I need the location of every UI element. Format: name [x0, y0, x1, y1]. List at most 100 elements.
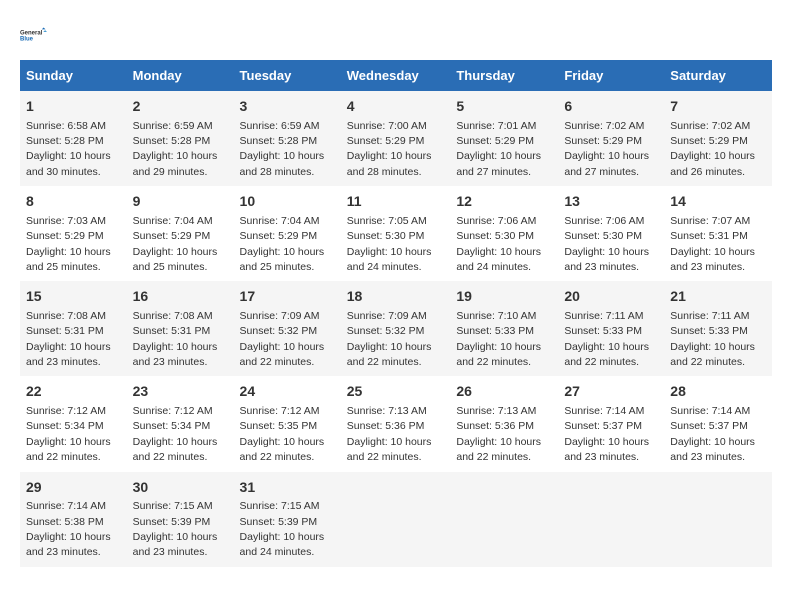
day-cell — [341, 472, 451, 567]
day-number: 8 — [26, 192, 121, 212]
day-cell: 16 Sunrise: 7:08 AM Sunset: 5:31 PM Dayli… — [127, 281, 234, 376]
calendar-body: 1 Sunrise: 6:58 AM Sunset: 5:28 PM Daylig… — [20, 91, 772, 567]
day-info: Sunrise: 7:11 AM Sunset: 5:33 PM Dayligh… — [670, 310, 755, 368]
header-wednesday: Wednesday — [341, 60, 451, 91]
day-cell: 4Sunrise: 7:00 AM Sunset: 5:29 PM Daylig… — [341, 91, 451, 186]
day-info: Sunrise: 7:12 AM Sunset: 5:34 PM Dayligh… — [133, 405, 218, 463]
day-number: 12 — [456, 192, 552, 212]
day-info: Sunrise: 7:04 AM Sunset: 5:29 PM Dayligh… — [133, 215, 218, 273]
day-number: 6 — [564, 97, 658, 117]
day-info: Sunrise: 7:10 AM Sunset: 5:33 PM Dayligh… — [456, 310, 541, 368]
header-monday: Monday — [127, 60, 234, 91]
week-row-3: 15 Sunrise: 7:08 AM Sunset: 5:31 PM Dayli… — [20, 281, 772, 376]
week-row-4: 22 Sunrise: 7:12 AM Sunset: 5:34 PM Dayli… — [20, 376, 772, 471]
day-info: Sunrise: 6:59 AM Sunset: 5:28 PM Dayligh… — [240, 120, 325, 178]
day-number: 25 — [347, 382, 445, 402]
day-cell: 29Sunrise: 7:14 AM Sunset: 5:38 PM Dayli… — [20, 472, 127, 567]
day-number: 16 — [133, 287, 228, 307]
day-cell: 9 Sunrise: 7:04 AM Sunset: 5:29 PM Daylig… — [127, 186, 234, 281]
day-info: Sunrise: 7:06 AM Sunset: 5:30 PM Dayligh… — [456, 215, 541, 273]
header-tuesday: Tuesday — [234, 60, 341, 91]
day-cell — [664, 472, 772, 567]
day-info: Sunrise: 7:08 AM Sunset: 5:31 PM Dayligh… — [133, 310, 218, 368]
day-number: 13 — [564, 192, 658, 212]
day-info: Sunrise: 7:15 AM Sunset: 5:39 PM Dayligh… — [240, 500, 325, 558]
day-cell: 19 Sunrise: 7:10 AM Sunset: 5:33 PM Dayli… — [450, 281, 558, 376]
day-cell: 31Sunrise: 7:15 AM Sunset: 5:39 PM Dayli… — [234, 472, 341, 567]
day-cell: 11Sunrise: 7:05 AM Sunset: 5:30 PM Dayli… — [341, 186, 451, 281]
day-cell: 24 Sunrise: 7:12 AM Sunset: 5:35 PM Dayli… — [234, 376, 341, 471]
day-number: 28 — [670, 382, 766, 402]
day-number: 14 — [670, 192, 766, 212]
day-cell: 18 Sunrise: 7:09 AM Sunset: 5:32 PM Dayli… — [341, 281, 451, 376]
day-number: 9 — [133, 192, 228, 212]
day-info: Sunrise: 7:03 AM Sunset: 5:29 PM Dayligh… — [26, 215, 111, 273]
day-number: 18 — [347, 287, 445, 307]
day-info: Sunrise: 7:13 AM Sunset: 5:36 PM Dayligh… — [456, 405, 541, 463]
day-number: 15 — [26, 287, 121, 307]
day-cell — [558, 472, 664, 567]
week-row-1: 1 Sunrise: 6:58 AM Sunset: 5:28 PM Daylig… — [20, 91, 772, 186]
day-cell: 15 Sunrise: 7:08 AM Sunset: 5:31 PM Dayli… — [20, 281, 127, 376]
day-cell: 28Sunrise: 7:14 AM Sunset: 5:37 PM Dayli… — [664, 376, 772, 471]
day-info: Sunrise: 7:09 AM Sunset: 5:32 PM Dayligh… — [240, 310, 325, 368]
day-number: 24 — [240, 382, 335, 402]
calendar-table: SundayMondayTuesdayWednesdayThursdayFrid… — [20, 60, 772, 567]
day-number: 27 — [564, 382, 658, 402]
day-cell: 7Sunrise: 7:02 AM Sunset: 5:29 PM Daylig… — [664, 91, 772, 186]
day-info: Sunrise: 7:00 AM Sunset: 5:29 PM Dayligh… — [347, 120, 432, 178]
day-info: Sunrise: 7:01 AM Sunset: 5:29 PM Dayligh… — [456, 120, 541, 178]
day-cell: 20Sunrise: 7:11 AM Sunset: 5:33 PM Dayli… — [558, 281, 664, 376]
day-cell: 26Sunrise: 7:13 AM Sunset: 5:36 PM Dayli… — [450, 376, 558, 471]
day-cell: 12 Sunrise: 7:06 AM Sunset: 5:30 PM Dayli… — [450, 186, 558, 281]
day-number: 17 — [240, 287, 335, 307]
svg-text:Blue: Blue — [20, 37, 34, 43]
day-cell: 8 Sunrise: 7:03 AM Sunset: 5:29 PM Daylig… — [20, 186, 127, 281]
day-info: Sunrise: 7:06 AM Sunset: 5:30 PM Dayligh… — [564, 215, 649, 273]
day-number: 2 — [133, 97, 228, 117]
day-cell: 13 Sunrise: 7:06 AM Sunset: 5:30 PM Dayli… — [558, 186, 664, 281]
day-info: Sunrise: 7:09 AM Sunset: 5:32 PM Dayligh… — [347, 310, 432, 368]
day-number: 3 — [240, 97, 335, 117]
week-row-2: 8 Sunrise: 7:03 AM Sunset: 5:29 PM Daylig… — [20, 186, 772, 281]
day-info: Sunrise: 7:02 AM Sunset: 5:29 PM Dayligh… — [564, 120, 649, 178]
day-info: Sunrise: 7:12 AM Sunset: 5:35 PM Dayligh… — [240, 405, 325, 463]
day-cell: 25 Sunrise: 7:13 AM Sunset: 5:36 PM Dayli… — [341, 376, 451, 471]
day-cell: 22 Sunrise: 7:12 AM Sunset: 5:34 PM Dayli… — [20, 376, 127, 471]
day-info: Sunrise: 7:11 AM Sunset: 5:33 PM Dayligh… — [564, 310, 649, 368]
day-number: 19 — [456, 287, 552, 307]
day-cell: 6 Sunrise: 7:02 AM Sunset: 5:29 PM Daylig… — [558, 91, 664, 186]
day-number: 21 — [670, 287, 766, 307]
day-cell: 17 Sunrise: 7:09 AM Sunset: 5:32 PM Dayli… — [234, 281, 341, 376]
day-info: Sunrise: 6:59 AM Sunset: 5:28 PM Dayligh… — [133, 120, 218, 178]
day-info: Sunrise: 7:05 AM Sunset: 5:30 PM Dayligh… — [347, 215, 432, 273]
day-number: 1 — [26, 97, 121, 117]
calendar-header: SundayMondayTuesdayWednesdayThursdayFrid… — [20, 60, 772, 91]
day-info: Sunrise: 7:13 AM Sunset: 5:36 PM Dayligh… — [347, 405, 432, 463]
day-info: Sunrise: 7:12 AM Sunset: 5:34 PM Dayligh… — [26, 405, 111, 463]
logo-icon: GeneralBlue — [20, 20, 50, 50]
day-cell: 3 Sunrise: 6:59 AM Sunset: 5:28 PM Daylig… — [234, 91, 341, 186]
day-cell: 1 Sunrise: 6:58 AM Sunset: 5:28 PM Daylig… — [20, 91, 127, 186]
day-cell: 10Sunrise: 7:04 AM Sunset: 5:29 PM Dayli… — [234, 186, 341, 281]
day-number: 31 — [240, 478, 335, 498]
day-info: Sunrise: 7:07 AM Sunset: 5:31 PM Dayligh… — [670, 215, 755, 273]
header-row: SundayMondayTuesdayWednesdayThursdayFrid… — [20, 60, 772, 91]
day-info: Sunrise: 7:14 AM Sunset: 5:38 PM Dayligh… — [26, 500, 111, 558]
day-info: Sunrise: 7:02 AM Sunset: 5:29 PM Dayligh… — [670, 120, 755, 178]
day-number: 23 — [133, 382, 228, 402]
day-cell: 5Sunrise: 7:01 AM Sunset: 5:29 PM Daylig… — [450, 91, 558, 186]
day-info: Sunrise: 7:08 AM Sunset: 5:31 PM Dayligh… — [26, 310, 111, 368]
day-number: 29 — [26, 478, 121, 498]
day-cell: 2 Sunrise: 6:59 AM Sunset: 5:28 PM Daylig… — [127, 91, 234, 186]
day-cell: 21 Sunrise: 7:11 AM Sunset: 5:33 PM Dayli… — [664, 281, 772, 376]
day-info: Sunrise: 7:15 AM Sunset: 5:39 PM Dayligh… — [133, 500, 218, 558]
day-info: Sunrise: 6:58 AM Sunset: 5:28 PM Dayligh… — [26, 120, 111, 178]
day-number: 22 — [26, 382, 121, 402]
header-saturday: Saturday — [664, 60, 772, 91]
day-info: Sunrise: 7:14 AM Sunset: 5:37 PM Dayligh… — [564, 405, 649, 463]
svg-text:General: General — [20, 30, 43, 36]
day-cell: 23 Sunrise: 7:12 AM Sunset: 5:34 PM Dayli… — [127, 376, 234, 471]
day-cell — [450, 472, 558, 567]
day-info: Sunrise: 7:04 AM Sunset: 5:29 PM Dayligh… — [240, 215, 325, 273]
